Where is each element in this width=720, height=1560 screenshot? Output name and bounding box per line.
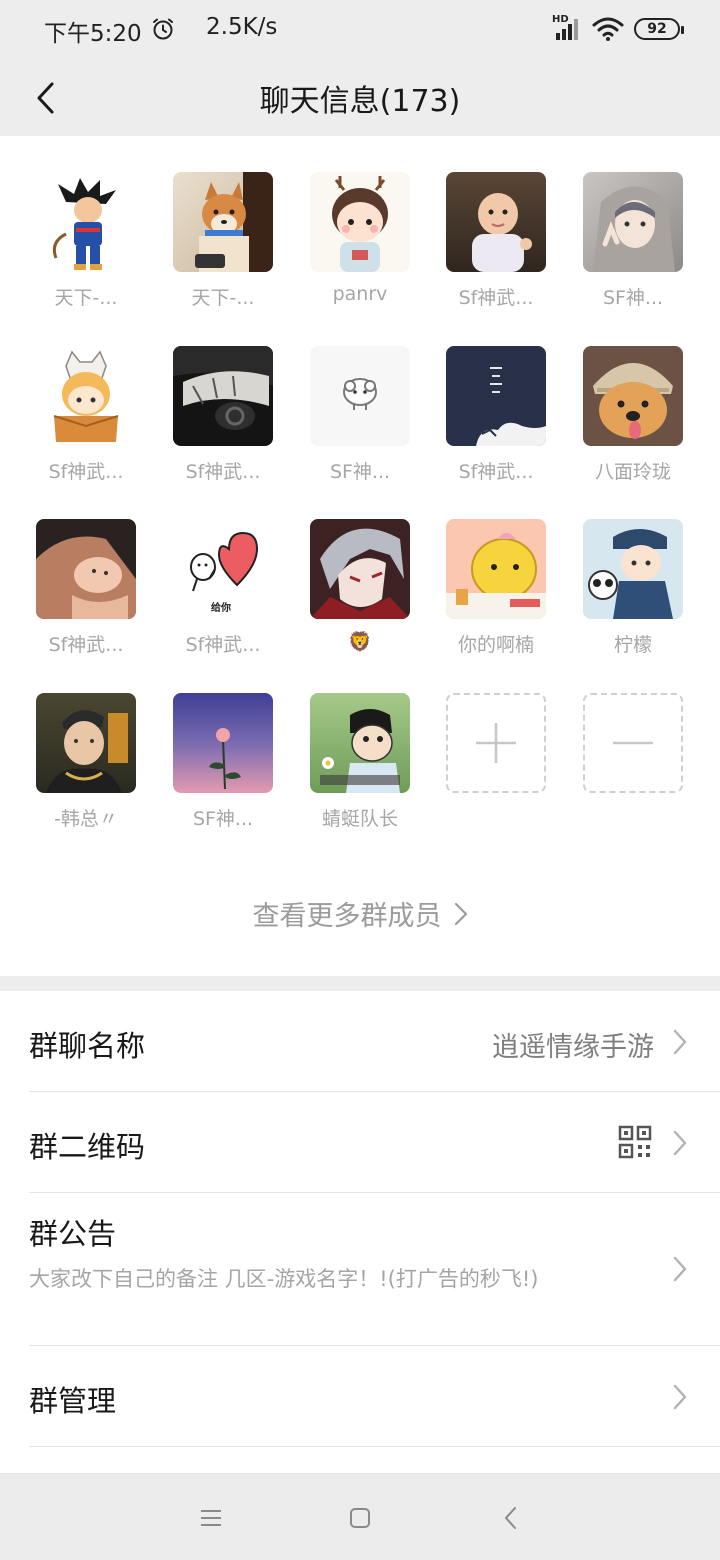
view-more-label: 查看更多群成员 bbox=[252, 901, 442, 932]
member-item[interactable]: 给你 Sf神武... bbox=[167, 519, 279, 669]
members-panel: 天下-... 天下-... panrv Sf神武... SF神... Sf神武.… bbox=[0, 136, 720, 976]
divider bbox=[29, 1446, 720, 1447]
home-button[interactable] bbox=[340, 1498, 380, 1538]
member-item[interactable]: 八面玲珑 bbox=[577, 346, 689, 496]
member-avatar bbox=[446, 172, 546, 272]
member-name: 柠檬 bbox=[613, 634, 652, 656]
chevron-right-icon bbox=[673, 1029, 687, 1055]
member-name: 八面玲珑 bbox=[594, 461, 671, 483]
status-bar: 下午5:20 2.5K/s HD 92 bbox=[0, 0, 720, 60]
member-item[interactable]: Sf神武... bbox=[440, 172, 552, 322]
chevron-right-icon bbox=[673, 1384, 687, 1410]
member-name: SF神... bbox=[329, 461, 391, 483]
member-name: 蜻蜓队长 bbox=[321, 808, 398, 830]
qr-code-row[interactable]: 群二维码 bbox=[0, 1092, 720, 1192]
member-avatar bbox=[173, 346, 273, 446]
wifi-icon bbox=[592, 17, 624, 41]
announcement-label: 群公告 bbox=[29, 1217, 117, 1251]
member-avatar bbox=[446, 346, 546, 446]
member-avatar bbox=[310, 693, 410, 793]
member-item[interactable]: panrv bbox=[304, 172, 416, 322]
minus-icon bbox=[613, 741, 653, 745]
member-item[interactable]: 蜻蜓队长 bbox=[304, 693, 416, 843]
group-name-value: 逍遥情缘手游 bbox=[492, 1032, 654, 1063]
member-item[interactable]: Sf神武... bbox=[30, 346, 142, 496]
system-navbar bbox=[0, 1473, 720, 1560]
page-title: 聊天信息(173) bbox=[259, 84, 461, 119]
member-avatar bbox=[36, 172, 136, 272]
header: 聊天信息(173) bbox=[0, 60, 720, 136]
remove-member-button[interactable] bbox=[583, 693, 683, 793]
member-name: Sf神武... bbox=[458, 461, 534, 483]
menu-button[interactable] bbox=[191, 1498, 231, 1538]
member-avatar bbox=[310, 519, 410, 619]
home-icon bbox=[350, 1508, 370, 1528]
battery-level: 92 bbox=[647, 21, 667, 37]
group-management-row[interactable]: 群管理 bbox=[0, 1346, 720, 1446]
chevron-right-icon bbox=[673, 1130, 687, 1156]
group-name-label: 群聊名称 bbox=[29, 1029, 146, 1063]
member-item[interactable]: SF神... bbox=[577, 172, 689, 322]
announcement-text: 大家改下自己的备注 几区-游戏名字！!(打广告的秒飞!) bbox=[29, 1267, 539, 1291]
member-avatar bbox=[583, 519, 683, 619]
member-avatar bbox=[310, 172, 410, 272]
member-avatar bbox=[36, 519, 136, 619]
member-name: 🦁 bbox=[348, 631, 372, 653]
member-name: Sf神武... bbox=[458, 287, 534, 309]
member-name: panrv bbox=[332, 283, 388, 305]
member-item[interactable]: 天下-... bbox=[30, 172, 142, 322]
member-avatar bbox=[310, 346, 410, 446]
member-name: Sf神武... bbox=[185, 634, 261, 656]
member-name: Sf神武... bbox=[48, 634, 124, 656]
member-item[interactable]: -韩总〃 bbox=[30, 693, 142, 843]
member-name: 你的啊楠 bbox=[457, 634, 534, 656]
nav-back-button[interactable] bbox=[491, 1498, 531, 1538]
member-avatar bbox=[36, 346, 136, 446]
status-time: 下午5:20 bbox=[44, 21, 142, 47]
member-avatar bbox=[583, 172, 683, 272]
member-item[interactable]: 柠檬 bbox=[577, 519, 689, 669]
status-net-speed: 2.5K/s bbox=[206, 14, 278, 40]
back-icon bbox=[505, 1507, 516, 1529]
announcement-row[interactable]: 群公告 大家改下自己的备注 几区-游戏名字！!(打广告的秒飞!) bbox=[0, 1193, 720, 1345]
qr-code-label: 群二维码 bbox=[29, 1130, 146, 1164]
chevron-right-icon bbox=[673, 1256, 687, 1282]
battery-icon: 92 bbox=[634, 18, 684, 40]
view-more-members-link[interactable]: 查看更多群成员 bbox=[0, 894, 720, 933]
member-name: 天下-... bbox=[54, 287, 118, 309]
member-item[interactable]: Sf神武... bbox=[30, 519, 142, 669]
member-item[interactable]: 🦁 bbox=[304, 519, 416, 669]
sticker-text: 给你 bbox=[211, 603, 231, 614]
group-name-row[interactable]: 群聊名称 逍遥情缘手游 bbox=[0, 991, 720, 1091]
signal-icon: HD bbox=[552, 14, 582, 42]
member-item[interactable]: Sf神武... bbox=[440, 346, 552, 496]
member-avatar bbox=[446, 519, 546, 619]
plus-icon bbox=[476, 723, 516, 763]
member-item[interactable]: SF神... bbox=[167, 693, 279, 843]
member-name: Sf神武... bbox=[185, 461, 261, 483]
member-item[interactable]: 天下-... bbox=[167, 172, 279, 322]
member-avatar bbox=[173, 693, 273, 793]
member-item[interactable]: SF神... bbox=[304, 346, 416, 496]
member-name: Sf神武... bbox=[48, 461, 124, 483]
member-avatar bbox=[583, 346, 683, 446]
qr-code-icon bbox=[618, 1125, 652, 1159]
member-item[interactable]: 你的啊楠 bbox=[440, 519, 552, 669]
group-management-label: 群管理 bbox=[29, 1384, 117, 1418]
member-name: -韩总〃 bbox=[54, 808, 118, 830]
member-name: SF神... bbox=[602, 287, 664, 309]
alarm-icon bbox=[153, 18, 173, 40]
member-name: 天下-... bbox=[191, 287, 255, 309]
menu-icon bbox=[201, 1510, 221, 1526]
add-member-button[interactable] bbox=[446, 693, 546, 793]
member-name: SF神... bbox=[192, 808, 254, 830]
member-item[interactable]: Sf神武... bbox=[167, 346, 279, 496]
settings-list: 群聊名称 逍遥情缘手游 群二维码 群公告 大家改下自己的备注 几区-游戏名字！!… bbox=[0, 991, 720, 1473]
member-avatar bbox=[36, 693, 136, 793]
member-avatar: 给你 bbox=[173, 519, 273, 619]
chevron-right-icon bbox=[454, 902, 467, 925]
member-avatar bbox=[173, 172, 273, 272]
